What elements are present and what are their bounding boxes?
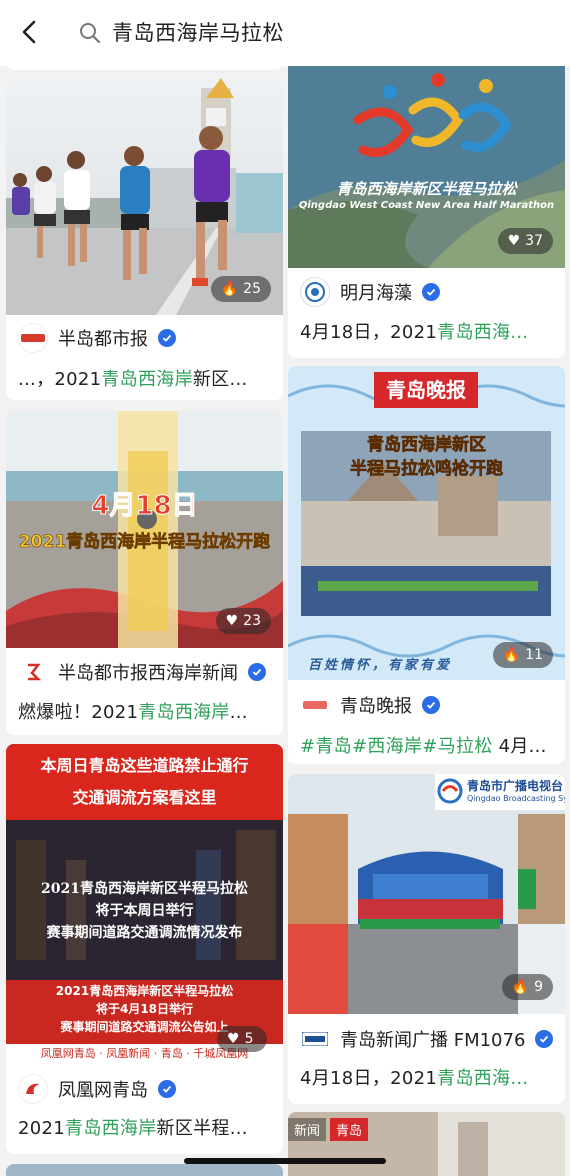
post-card[interactable]: 新闻 青岛 (288, 1112, 565, 1176)
overlay-title: 2021青岛西海岸半程马拉松开跑 (18, 532, 271, 553)
like-count-badge: ♥ 23 (215, 608, 271, 634)
author-name: 凤凰网青岛 (58, 1080, 148, 1101)
author-name: 青岛晚报 (340, 696, 412, 717)
post-card[interactable]: 青岛市广播电视台 Qingdao Broadcasting Syst 🔥 9 青岛… (288, 774, 565, 1104)
post-image-partial: 新闻 青岛 (288, 1112, 565, 1176)
post-image-traffic-notice: 本周日青岛这些道路禁止通行 交通调流方案看这里 2021青岛西海岸新区半程马拉松… (6, 744, 283, 1064)
post-description: 燃爆啦！2021青岛西海岸... (18, 702, 248, 723)
news-tag: 新闻 (288, 1118, 327, 1141)
avatar (18, 323, 48, 353)
author-name: 青岛新闻广播 FM1076 (340, 1030, 526, 1051)
author-row[interactable]: 半岛都市报 (18, 323, 176, 353)
author-row[interactable]: 青岛晚报 (300, 690, 440, 720)
post-description: ...，2021青岛西海岸新区... (18, 369, 248, 390)
avatar (18, 1074, 48, 1104)
search-header: 青岛西海岸马拉松 (0, 0, 570, 66)
banner-line-1: 本周日青岛这些道路禁止通行 (40, 756, 249, 775)
city-tag: 青岛 (330, 1118, 369, 1141)
post-image-evening-paper: 青岛晚报 青岛西海岸新区 半程马拉松鸣枪开跑 百姓情怀，有家有爱 (288, 366, 565, 680)
post-card[interactable]: 本周日青岛这些道路禁止通行 交通调流方案看这里 2021青岛西海岸新区半程马拉松… (6, 744, 283, 1154)
verified-badge-icon (535, 1030, 554, 1048)
back-arrow-icon[interactable] (16, 18, 44, 46)
avatar (18, 657, 48, 687)
like-count-badge: ♥ 37 (497, 228, 553, 254)
headline-2: 半程马拉松鸣枪开跑 (350, 459, 504, 480)
author-name: 半岛都市报西海岸新闻 (58, 663, 238, 684)
avatar (300, 690, 330, 720)
author-row[interactable]: 青岛新闻广播 FM1076 (300, 1024, 554, 1054)
verified-badge-icon (422, 283, 440, 301)
post-card[interactable]: 4月18日 2021青岛西海岸半程马拉松开跑 ♥ 23 半岛都市报西海岸新闻 燃爆… (6, 411, 283, 735)
avatar (300, 1024, 330, 1054)
author-row[interactable]: 半岛都市报西海岸新闻 (18, 657, 266, 687)
post-description: #青岛#西海岸#马拉松 4月... (300, 736, 547, 757)
search-icon (80, 23, 101, 44)
fire-icon: 🔥 (220, 281, 239, 297)
fire-icon: 🔥 (502, 647, 521, 663)
notice-low-2: 将于4月18日举行 (95, 1002, 194, 1016)
post-card[interactable]: 🔥 25 半岛都市报 ...，2021青岛西海岸新区... (6, 78, 283, 400)
like-count-badge: 🔥 25 (210, 276, 271, 302)
verified-badge-icon (158, 1080, 176, 1098)
notice-mid-2: 将于本周日举行 (95, 903, 194, 919)
event-logo-title: 青岛西海岸新区半程马拉松 (336, 180, 517, 198)
home-indicator[interactable] (184, 1158, 386, 1164)
post-card[interactable]: 青岛晚报 青岛西海岸新区 半程马拉松鸣枪开跑 百姓情怀，有家有爱 🔥 11 青岛晚… (288, 366, 565, 764)
event-logo-subtitle: Qingdao West Coast New Area Half Maratho… (298, 200, 555, 211)
post-description: 2021青岛西海岸新区半程... (18, 1118, 248, 1139)
heart-icon: ♥ (227, 1031, 240, 1047)
post-card-partial (6, 1164, 283, 1176)
verified-badge-icon (248, 663, 266, 681)
author-row[interactable]: 明月海藻 (300, 277, 440, 307)
fire-icon: 🔥 (511, 979, 530, 995)
author-row[interactable]: 凤凰网青岛 (18, 1074, 176, 1104)
paper-masthead: 青岛晚报 (374, 372, 478, 408)
broadcaster-icon (437, 778, 463, 804)
banner-line-2: 交通调流方案看这里 (72, 788, 217, 807)
verified-badge-icon (422, 696, 440, 714)
avatar (300, 277, 330, 307)
broadcaster-logo: 青岛市广播电视台 Qingdao Broadcasting Syst (435, 774, 565, 810)
post-description: 4月18日，2021青岛西海... (300, 322, 529, 343)
verified-badge-icon (158, 329, 176, 347)
post-description: 4月18日，2021青岛西海... (300, 1068, 529, 1089)
heart-icon: ♥ (507, 233, 521, 249)
like-count-badge: 🔥 9 (501, 974, 553, 1000)
like-count-badge: ♥ 5 (217, 1026, 267, 1052)
overlay-date: 4月18日 (91, 491, 198, 522)
heart-icon: ♥ (225, 613, 239, 629)
broadcaster-name-en: Qingdao Broadcasting Syst (467, 794, 565, 803)
author-name: 明月海藻 (340, 283, 412, 304)
search-query[interactable]: 青岛西海岸马拉松 (112, 17, 284, 47)
like-count-badge: 🔥 11 (492, 642, 553, 668)
paper-slogan: 百姓情怀，有家有爱 (308, 658, 453, 673)
post-card[interactable]: 青岛西海岸新区半程马拉松 Qingdao West Coast New Area… (288, 40, 565, 358)
notice-low-1: 2021青岛西海岸新区半程马拉松 (55, 984, 234, 998)
notice-mid-3: 赛事期间道路交通调流情况发布 (46, 925, 243, 941)
notice-mid-1: 2021青岛西海岸新区半程马拉松 (41, 881, 248, 897)
broadcaster-name: 青岛市广播电视台 (467, 779, 564, 793)
author-name: 半岛都市报 (58, 329, 148, 350)
headline-1: 青岛西海岸新区 (367, 435, 487, 456)
